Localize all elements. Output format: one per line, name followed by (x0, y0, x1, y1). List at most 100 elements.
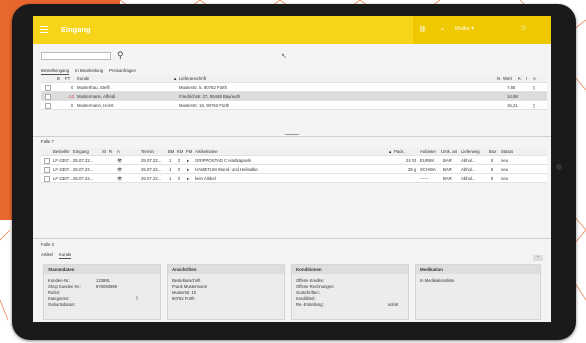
search-icon[interactable]: ⚲ (117, 50, 124, 61)
column-header[interactable]: St (102, 149, 106, 154)
chevron-down-icon: ▾ (471, 26, 474, 32)
eye-icon[interactable]: 👁 (117, 158, 122, 164)
column-header[interactable]: Anbieter (420, 149, 436, 154)
cell-eingang: 25.07.22... (73, 166, 94, 172)
forward-icon[interactable]: ➝ (439, 26, 444, 33)
table-row[interactable]: 0 Mustermann, Horst Musterstr. 16, 90763… (41, 101, 547, 110)
user-name: Mulke (455, 26, 470, 32)
cell-eingang: 25.07.22... (73, 157, 94, 163)
sort-arrow-icon: ▲ (173, 76, 178, 81)
table-row[interactable]: LF-2307... 25.07.22... 👁 25.07.22... 1 0… (41, 165, 547, 174)
column-header[interactable]: A (533, 76, 536, 81)
field-label: Kreditlimit: (296, 296, 316, 301)
column-header[interactable]: Box (489, 149, 496, 154)
row-checkbox[interactable] (45, 102, 51, 109)
tab-in-bearbeitung[interactable]: In Bearbeitung (75, 68, 103, 75)
cell-bm: 1 (169, 166, 172, 172)
cell-status: neu (501, 157, 509, 163)
sort-arrow-icon: ▲ (388, 149, 393, 154)
cell-eingang: 25.07.22... (73, 175, 94, 181)
row-checkbox[interactable] (45, 84, 51, 91)
app-screen: Eingang ⛓ ➝ Mulke ▾ ⎋ ⚲ ↖ Bestelleingang… (33, 16, 551, 322)
column-header[interactable]: Umk. art (441, 149, 457, 154)
row-checkbox[interactable] (44, 166, 50, 173)
eye-icon[interactable]: 👁 (117, 167, 122, 173)
cell-kunde: Mustermann, Horst (77, 102, 114, 108)
column-header[interactable]: Lieferanschrift (179, 76, 206, 81)
table-row[interactable]: LF-2307... 25.07.22... 👁 25.07.22... 1 0… (41, 174, 547, 183)
column-header[interactable]: Pack. (394, 149, 405, 154)
row-checkbox[interactable] (44, 157, 50, 164)
column-header[interactable]: R (109, 149, 112, 154)
column-header[interactable]: FT (65, 76, 70, 81)
cell-km: 0 (178, 166, 181, 172)
column-header[interactable]: N (497, 76, 500, 81)
field-label: Offene Kredite: (296, 278, 325, 283)
tab-preisanfragen[interactable]: Preisanfragen (109, 68, 136, 75)
column-header[interactable]: FM (186, 149, 192, 154)
document-icon[interactable]: ▯ (533, 103, 535, 109)
tab-kunde[interactable]: Kunde (58, 252, 72, 259)
document-icon[interactable]: ▯ (533, 85, 535, 91)
table-row[interactable]: -12 Mustermann, Alfredi Friedrichstr. 27… (41, 92, 547, 101)
column-header[interactable]: Termin (141, 149, 154, 154)
column-header[interactable]: Bestellnr (53, 149, 70, 154)
cell-artikelname: GRIPPOSTAD C Hartkapseln (195, 157, 252, 163)
user-menu[interactable]: Mulke ▾ (455, 26, 474, 32)
cell-status: neu (501, 166, 509, 172)
document-icon[interactable]: ▯ (136, 295, 138, 300)
cell-lieferweg: Abhol... (461, 157, 476, 163)
stammdaten-panel: Stammdaten Kunden-Nr.: 123891 Shop Kunde… (43, 264, 161, 320)
collapse-button[interactable]: ⌃ (533, 255, 543, 261)
address-line: Bestellanschrift (172, 278, 201, 283)
top-bar-right-section (413, 16, 551, 44)
row-checkbox[interactable] (44, 175, 50, 182)
row-checkbox[interactable] (45, 93, 51, 100)
menu-icon[interactable] (40, 26, 48, 33)
cell-bm: 1 (169, 157, 172, 163)
positions-table: Bestellnr Eingang St R A Termin BM KM FM… (41, 148, 547, 183)
column-header[interactable]: Wert (503, 76, 512, 81)
tablet-camera (556, 164, 562, 170)
konditionen-panel: Konditionen Offene Kredite: Offene Rechn… (291, 264, 409, 320)
cell-pack: 24 St (406, 157, 417, 163)
exit-icon[interactable]: ⎋ (521, 26, 526, 33)
column-header[interactable]: BM (168, 149, 174, 154)
tab-artikel[interactable]: Artikel (41, 252, 53, 259)
tab-bestelleingang[interactable]: Bestelleingang (41, 68, 70, 75)
column-header[interactable]: Artikelname (195, 149, 218, 154)
cell-lieferweg: Abhol... (461, 175, 476, 181)
link-icon[interactable]: ⛓ (419, 26, 427, 33)
cell-bestellnr: LF-2307... (53, 166, 73, 172)
column-header[interactable]: I (526, 76, 527, 81)
table-row[interactable]: LF-2307... 25.07.22... 👁 25.07.22... 1 0… (41, 156, 547, 165)
column-header[interactable]: KM (177, 149, 183, 154)
cell-pack: 25 g (408, 166, 417, 172)
search-input[interactable] (41, 52, 111, 60)
field-value: 876093998 (96, 284, 117, 289)
column-header[interactable]: A (117, 149, 120, 154)
cell-artikelname: kein Artikel (195, 175, 216, 181)
column-header[interactable]: K (518, 76, 521, 81)
section-divider (33, 136, 551, 137)
cell-ft: 0 (71, 102, 74, 108)
column-header[interactable]: Status (501, 149, 513, 154)
column-header[interactable]: B (57, 76, 60, 81)
cell-box: 8 (491, 157, 494, 163)
cell-km: 0 (178, 175, 181, 181)
anschriften-panel: Anschriften Bestellanschrift Frank Muste… (167, 264, 285, 320)
cell-termin: 25.07.22... (141, 175, 162, 181)
table-row[interactable]: 0 Musterfrau, Steffi Musterstr. 5, 90762… (41, 83, 547, 92)
cell-ft: 0 (71, 84, 74, 90)
mouse-cursor-icon: ↖ (281, 53, 287, 60)
column-header[interactable]: Lieferweg (461, 149, 480, 154)
column-header[interactable]: Kunde (77, 76, 89, 81)
field-label: Re.-Erstellung: (296, 302, 324, 307)
positions-count: Falle 7 (41, 139, 54, 144)
cell-bestellnr: LF-2307... (53, 175, 73, 181)
resize-handle[interactable] (285, 134, 299, 135)
top-bar: Eingang ⛓ ➝ Mulke ▾ ⎋ (33, 16, 551, 44)
eye-icon[interactable]: 👁 (117, 176, 122, 182)
column-header[interactable]: Eingang (73, 149, 89, 154)
field-value: sofort (388, 302, 399, 307)
